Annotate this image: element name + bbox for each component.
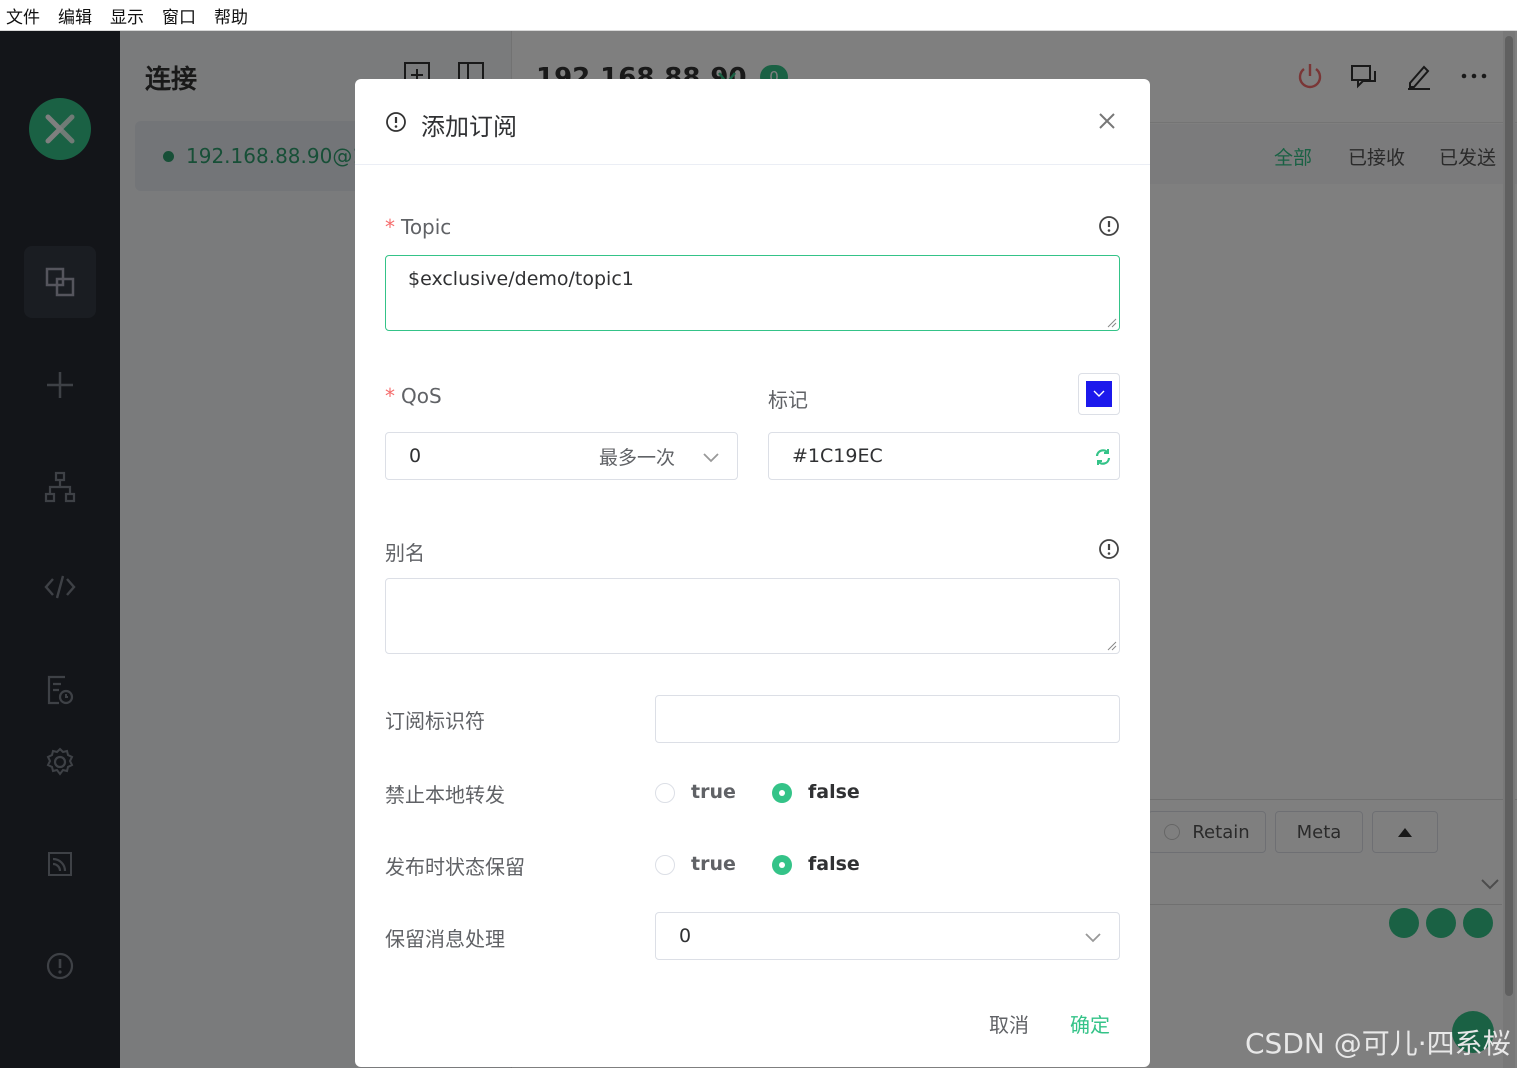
no-local-true-radio[interactable] (655, 783, 675, 803)
alias-input[interactable] (385, 578, 1120, 654)
topic-input[interactable]: $exclusive/demo/topic1 (385, 255, 1120, 331)
menu-view[interactable]: 显示 (110, 3, 144, 28)
chevron-down-icon (1093, 390, 1105, 397)
refresh-icon[interactable] (1093, 447, 1113, 467)
retain-as-published-true-label[interactable]: true (691, 853, 736, 875)
topic-label: * Topic (385, 215, 452, 239)
color-picker-button[interactable] (1078, 373, 1120, 415)
dialog-header: 添加订阅 (355, 79, 1150, 165)
required-mark: * (385, 384, 395, 408)
color-swatch (1086, 381, 1112, 407)
no-local-label: 禁止本地转发 (385, 783, 505, 807)
no-local-false-label[interactable]: false (808, 781, 860, 803)
chevron-down-icon (703, 453, 719, 463)
retain-as-published-false-label[interactable]: false (808, 853, 860, 875)
cancel-button[interactable]: 取消 (989, 1009, 1029, 1038)
mark-color-input[interactable]: #1C19EC (768, 432, 1120, 480)
qos-description: 最多一次 (599, 446, 676, 469)
no-local-false-radio[interactable] (772, 783, 792, 803)
retain-as-published-label: 发布时状态保留 (385, 855, 525, 879)
no-local-true-label[interactable]: true (691, 781, 736, 803)
topic-help-icon[interactable] (1098, 215, 1120, 237)
qos-select[interactable]: 0 最多一次 (385, 432, 738, 480)
subscription-id-label: 订阅标识符 (385, 709, 485, 733)
menu-file[interactable]: 文件 (6, 3, 40, 28)
menu-help[interactable]: 帮助 (214, 3, 248, 28)
retain-handling-label: 保留消息处理 (385, 927, 505, 951)
chevron-down-icon (1085, 933, 1101, 943)
menu-edit[interactable]: 编辑 (58, 3, 92, 28)
qos-label: * QoS (385, 384, 442, 408)
watermark: CSDN @可儿·四系桜 (1245, 1027, 1511, 1060)
confirm-button[interactable]: 确定 (1070, 1009, 1110, 1038)
info-circle-icon (386, 112, 406, 132)
retain-as-published-false-radio[interactable] (772, 855, 792, 875)
close-icon[interactable] (1095, 109, 1119, 133)
alias-help-icon[interactable] (1098, 538, 1120, 560)
add-subscription-dialog: 添加订阅 * Topic $exclusive/demo/topic1 * QoS … (355, 79, 1150, 1067)
menu-window[interactable]: 窗口 (162, 3, 196, 28)
resize-handle-icon[interactable] (1105, 639, 1117, 651)
menubar: 文件 编辑 显示 窗口 帮助 (0, 0, 1517, 31)
retain-handling-select[interactable]: 0 (655, 912, 1120, 960)
required-mark: * (385, 215, 395, 239)
subscription-id-input[interactable] (655, 695, 1120, 743)
retain-as-published-true-radio[interactable] (655, 855, 675, 875)
resize-handle-icon[interactable] (1105, 316, 1117, 328)
dialog-title: 添加订阅 (421, 113, 517, 141)
mark-label: 标记 (768, 388, 808, 412)
alias-label: 别名 (385, 541, 425, 565)
